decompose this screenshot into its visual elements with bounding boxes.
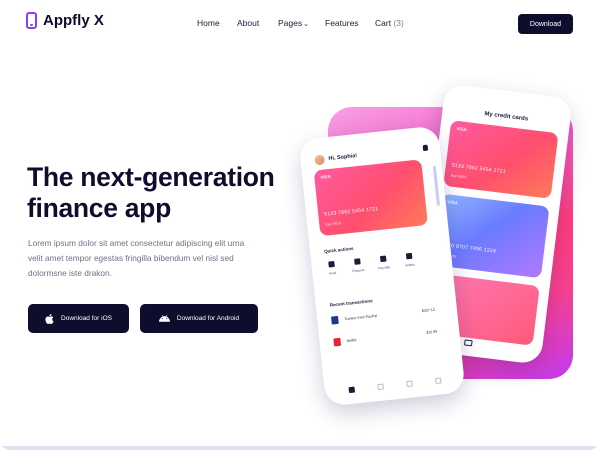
hero-description: Lorem ipsum dolor sit amet consectetur a… [28, 238, 245, 278]
transaction-name: Transer from PayPal [344, 313, 378, 322]
paypal-icon [331, 315, 339, 325]
transaction-row: Netflix $15.99 [333, 325, 438, 350]
card-brand: VISA [320, 173, 332, 180]
card-number: 5133 7862 5454 1721 [451, 162, 507, 176]
card-brand: VISA [447, 199, 459, 206]
greeting: Hi, Sophia! [314, 151, 358, 166]
quick-action: Request [345, 257, 370, 273]
credit-card: VISA 5133 7862 5454 1721 Exp 09/24 [443, 120, 559, 199]
transaction-amount: $15.99 [426, 329, 438, 335]
quick-action: Pay bills [371, 255, 396, 271]
quick-action-label: Request [352, 267, 365, 274]
cart-count: (3) [393, 18, 404, 28]
landing-page: Appfly X Home About Pages⌄ Features Cart… [0, 0, 599, 450]
card-number: 5133 7862 5454 1721 [324, 206, 379, 218]
hero-title: The next-generation finance app [27, 162, 307, 224]
bill-icon [379, 255, 387, 263]
download-button[interactable]: Download [518, 14, 573, 34]
nav-link-pages[interactable]: Pages⌄ [278, 18, 309, 28]
top-navigation: Appfly X Home About Pages⌄ Features Cart… [0, 0, 599, 48]
phone-mockup-dashboard: Hi, Sophia! VISA 5133 7862 5454 1721 Exp… [298, 125, 466, 407]
wallet-icon [463, 339, 473, 347]
quick-action: Airtime [397, 252, 422, 268]
hero-title-line-1: The next-generation [27, 162, 275, 192]
download-ios-label: Download for iOS [61, 315, 112, 322]
card-expiry: Exp 09/24 [325, 221, 342, 227]
bottom-border [0, 446, 599, 450]
nav-link-features[interactable]: Features [325, 18, 359, 28]
quick-action-label: Send [328, 270, 337, 276]
chevron-down-icon: ⌄ [303, 21, 309, 28]
quick-actions-title: Quick actions [323, 245, 354, 254]
cart-label: Cart [375, 18, 392, 28]
apple-icon [45, 313, 54, 324]
chart-icon [405, 380, 413, 388]
quick-action: Send [319, 260, 344, 276]
android-icon [158, 315, 170, 322]
nav-link-about[interactable]: About [237, 18, 259, 28]
card-brand: VISA [456, 125, 468, 133]
recent-transactions-title: Recent transactions [329, 298, 373, 308]
transaction-name: Netflix [346, 338, 357, 344]
phone-logo-icon [26, 12, 37, 29]
quick-action-label: Airtime [404, 262, 416, 268]
avatar [314, 154, 326, 166]
mockup-tab-bar [324, 372, 464, 399]
user-icon [434, 377, 442, 385]
card-scroll-indicator [432, 165, 441, 206]
nav-link-cart[interactable]: Cart (3) [375, 18, 404, 28]
nav-link-pages-label: Pages [278, 18, 303, 28]
download-ios-button[interactable]: Download for iOS [28, 304, 129, 333]
quick-action-label: Pay bills [378, 265, 391, 271]
hero-title-line-2: finance app [27, 193, 171, 223]
download-android-label: Download for Android [176, 315, 240, 322]
phone-icon [405, 252, 413, 260]
logo-text: Appfly X [43, 12, 104, 29]
netflix-icon [333, 337, 342, 347]
logo[interactable]: Appfly X [26, 12, 104, 29]
card-expiry: Exp 09/24 [450, 173, 467, 180]
greeting-text: Hi, Sophia! [328, 153, 358, 162]
send-icon [328, 260, 335, 268]
credit-card: VISA 5133 7862 5454 1721 Exp 09/24 [313, 159, 428, 237]
home-icon [347, 386, 355, 394]
nav-link-home[interactable]: Home [197, 18, 220, 28]
transaction-row: Transer from PayPal $327.12 [331, 303, 436, 328]
transaction-amount: $327.12 [421, 307, 436, 314]
card-icon [376, 383, 384, 391]
request-icon [354, 258, 361, 265]
bell-icon [422, 144, 429, 152]
download-android-button[interactable]: Download for Android [140, 304, 258, 333]
